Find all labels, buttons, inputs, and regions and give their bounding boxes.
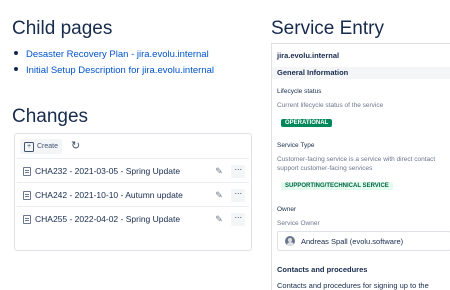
more-icon[interactable]: ··· [231, 212, 245, 226]
service-host: jira.evolu.internal [277, 51, 340, 60]
lifecycle-label: Lifecycle status [277, 88, 322, 95]
contacts-section-title: Contacts and procedures [277, 265, 368, 274]
bullet-icon [14, 51, 18, 56]
service-entry-title: Service Entry [271, 18, 384, 39]
service-type-label: Service Type [277, 142, 315, 149]
child-pages-title: Child pages [12, 18, 113, 39]
owner-label: Owner [277, 206, 297, 213]
child-page-link[interactable]: Desaster Recovery Plan - jira.evolu.inte… [14, 47, 214, 63]
document-icon [23, 214, 31, 224]
avatar-icon [285, 236, 295, 246]
change-row[interactable]: CHA232 - 2021-03-05 - Spring Update ✎ ··… [17, 158, 249, 183]
more-icon[interactable]: ··· [231, 188, 245, 202]
service-type-description-1: Customer-facing service is a service wit… [277, 156, 436, 163]
change-row[interactable]: CHA255 - 2022-04-02 - Spring Update ✎ ··… [17, 206, 249, 231]
lifecycle-description: Current lifecycle status of the service [277, 102, 384, 109]
general-info-section: General Information [272, 67, 450, 79]
more-icon[interactable]: ··· [231, 164, 245, 178]
service-type-badge: SUPPORTING/TECHNICAL SERVICE [281, 182, 393, 190]
changes-panel: + Create ↻ CHA232 - 2021-03-05 - Spring … [14, 133, 252, 251]
document-icon [23, 190, 31, 200]
edit-icon[interactable]: ✎ [213, 166, 225, 177]
document-icon [23, 166, 31, 176]
changes-title: Changes [12, 106, 89, 127]
owner-description: Service Owner [277, 220, 320, 227]
create-label: Create [37, 143, 59, 150]
refresh-icon[interactable]: ↻ [71, 141, 80, 152]
plus-icon: + [24, 141, 34, 152]
edit-icon[interactable]: ✎ [213, 190, 225, 201]
child-page-label[interactable]: Initial Setup Description for jira.evolu… [26, 65, 214, 76]
change-row[interactable]: CHA242 - 2021-10-10 - Autumn update ✎ ··… [17, 182, 249, 207]
bullet-icon [14, 66, 18, 71]
service-type-description-2: support customer-facing services [277, 165, 373, 172]
change-label[interactable]: CHA232 - 2021-03-05 - Spring Update [35, 166, 213, 176]
edit-icon[interactable]: ✎ [213, 214, 225, 225]
create-button[interactable]: + Create [20, 139, 63, 154]
child-pages-list: Desaster Recovery Plan - jira.evolu.inte… [14, 47, 214, 78]
change-label[interactable]: CHA242 - 2021-10-10 - Autumn update [35, 190, 213, 200]
child-page-link[interactable]: Initial Setup Description for jira.evolu… [14, 63, 214, 79]
owner-name: Andreas Spall (evolu.software) [301, 236, 404, 246]
child-page-label[interactable]: Desaster Recovery Plan - jira.evolu.inte… [26, 49, 209, 60]
changes-toolbar: + Create ↻ [20, 139, 80, 154]
lifecycle-status-badge: OPERATIONAL [281, 119, 333, 127]
change-label[interactable]: CHA255 - 2022-04-02 - Spring Update [35, 214, 213, 224]
service-entry-panel: jira.evolu.internal General Information … [271, 43, 450, 290]
owner-field[interactable]: Andreas Spall (evolu.software) [277, 231, 450, 251]
